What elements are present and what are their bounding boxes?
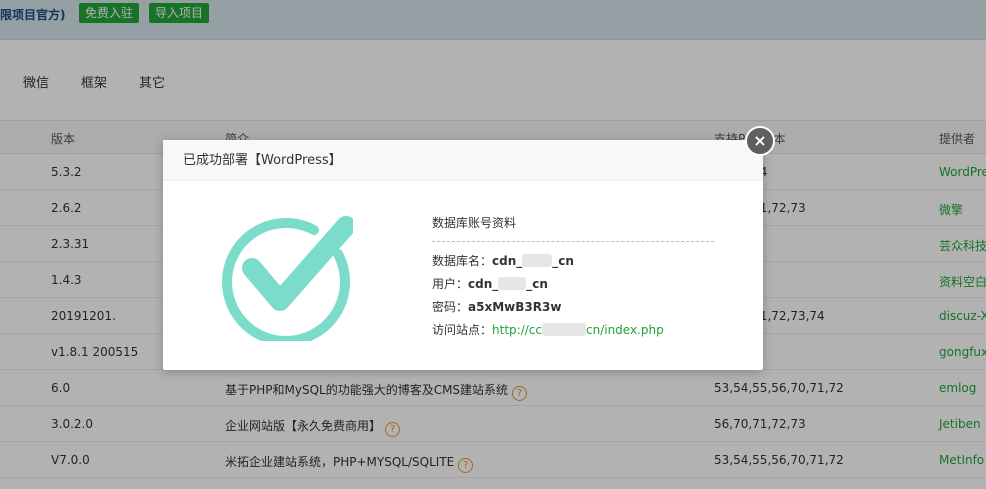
redacted-mask — [541, 323, 586, 336]
site-label: 访问站点： — [432, 323, 493, 337]
db-name-label: 数据库名： — [432, 254, 493, 268]
user-label: 用户： — [432, 277, 469, 291]
password-label: 密码： — [432, 300, 469, 314]
user-prefix: cdn_ — [468, 277, 499, 291]
db-name-suffix: _cn — [552, 254, 574, 268]
deploy-success-dialog: 已成功部署【WordPress】 数据库账号资料 数据库名：cdn_ _cn 用户… — [163, 140, 763, 370]
user-row: 用户：cdn_ _cn — [432, 275, 714, 292]
redacted-mask — [498, 277, 527, 290]
db-name-prefix: cdn_ — [492, 254, 523, 268]
password-row: 密码：a5xMwB3R3w — [432, 298, 714, 315]
site-row: 访问站点：http://cc cn/index.php — [432, 321, 714, 338]
success-check-icon — [218, 206, 356, 346]
user-suffix: _cn — [526, 277, 548, 291]
redacted-mask — [522, 254, 553, 267]
info-title: 数据库账号资料 — [432, 214, 714, 242]
site-link-suffix[interactable]: cn/index.php — [586, 323, 664, 337]
db-name-row: 数据库名：cdn_ _cn — [432, 252, 714, 269]
dialog-title: 已成功部署【WordPress】 — [163, 140, 763, 181]
database-info: 数据库账号资料 数据库名：cdn_ _cn 用户：cdn_ _cn 密码：a5xMw… — [432, 214, 714, 338]
password-value: a5xMwB3R3w — [468, 300, 562, 314]
close-icon[interactable]: × — [745, 126, 775, 156]
site-link-prefix[interactable]: http://cc — [492, 323, 542, 337]
